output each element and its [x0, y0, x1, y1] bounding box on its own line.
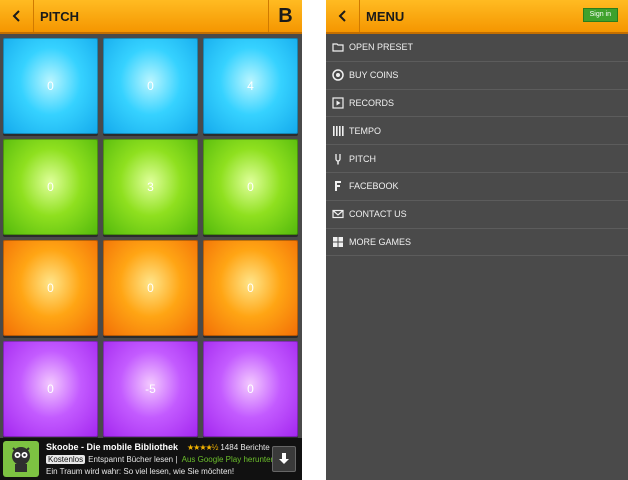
pad-value: 3: [147, 180, 154, 194]
pad-value: 0: [47, 382, 54, 396]
play-icon: [332, 97, 344, 109]
envelope-icon: [332, 208, 344, 220]
pad[interactable]: 0: [103, 38, 198, 134]
ad-title: Skoobe - Die mobile Bibliothek: [46, 442, 179, 452]
grid-icon: [332, 236, 344, 248]
top-bar: PITCH B: [0, 0, 302, 34]
tempo-bars-icon: [332, 125, 344, 137]
menu-item-pitch[interactable]: PITCH: [326, 145, 628, 173]
ad-slogan: Ein Traum wird wahr: So viel lesen, wie …: [46, 467, 235, 476]
menu-item-label: MORE GAMES: [349, 236, 412, 247]
facebook-icon: [332, 180, 344, 192]
folder-icon: [332, 41, 344, 53]
pad[interactable]: 0: [203, 341, 298, 437]
menu-item-label: FACEBOOK: [349, 181, 399, 192]
top-bar: MENU Sign in: [326, 0, 628, 34]
pad-value: 0: [247, 281, 254, 295]
menu-item-records[interactable]: RECORDS: [326, 90, 628, 118]
menu-item-buy-coins[interactable]: BUY COINS: [326, 62, 628, 90]
menu-item-more-games[interactable]: MORE GAMES: [326, 229, 628, 257]
pitch-screen: PITCH B 0 0 4 0 3 0 0 0 0 0 -5 0 Skoobe …: [0, 0, 302, 480]
tuning-fork-icon: [332, 153, 344, 165]
menu-item-label: RECORDS: [349, 97, 395, 108]
ad-banner[interactable]: Skoobe - Die mobile Bibliothek ★★★★½ 1484…: [0, 438, 302, 480]
pad[interactable]: -5: [103, 341, 198, 437]
ad-subline: Kostenlos Entspannt Bücher lesen | Aus Go…: [46, 455, 293, 464]
sign-in-button[interactable]: Sign in: [582, 8, 618, 22]
pad-value: 4: [247, 79, 254, 93]
pad-value: 0: [47, 79, 54, 93]
skoobe-logo-icon: [3, 441, 39, 477]
pad-value: 0: [147, 281, 154, 295]
chevron-left-icon: [338, 10, 346, 22]
b-button[interactable]: B: [268, 0, 302, 32]
menu-item-label: OPEN PRESET: [349, 42, 414, 53]
pad[interactable]: 0: [3, 341, 98, 437]
menu-item-contact-us[interactable]: CONTACT US: [326, 201, 628, 229]
pad[interactable]: 3: [103, 139, 198, 235]
pad-grid: 0 0 4 0 3 0 0 0 0 0 -5 0: [3, 38, 299, 438]
back-button[interactable]: [0, 0, 34, 32]
menu-item-facebook[interactable]: FACEBOOK: [326, 173, 628, 201]
ad-rating: ★★★★½ 1484 Berichte: [187, 443, 270, 452]
menu-item-open-preset[interactable]: OPEN PRESET: [326, 34, 628, 62]
download-button[interactable]: [272, 446, 296, 472]
pad-value: 0: [247, 382, 254, 396]
menu-item-label: BUY COINS: [349, 70, 399, 81]
menu-item-label: TEMPO: [349, 125, 382, 136]
back-button[interactable]: [326, 0, 360, 32]
page-title: MENU: [366, 9, 405, 24]
price-tag: Kostenlos: [46, 455, 86, 464]
page-title: PITCH: [40, 9, 79, 24]
menu-screen: MENU Sign in OPEN PRESET BUY COINS RECOR…: [326, 0, 628, 480]
menu-item-label: PITCH: [349, 153, 376, 164]
pad[interactable]: 0: [203, 139, 298, 235]
ad-tagline: Entspannt Bücher lesen: [88, 455, 174, 464]
menu-item-label: CONTACT US: [349, 209, 407, 220]
pad[interactable]: 0: [3, 139, 98, 235]
pad-value: 0: [247, 180, 254, 194]
pad[interactable]: 0: [3, 38, 98, 134]
pad[interactable]: 0: [203, 240, 298, 336]
pad-value: 0: [147, 79, 154, 93]
pad-value: 0: [47, 281, 54, 295]
menu-list: OPEN PRESET BUY COINS RECORDS TEMPO PITC…: [326, 34, 628, 257]
coin-icon: [332, 69, 344, 81]
chevron-left-icon: [12, 10, 20, 22]
menu-item-tempo[interactable]: TEMPO: [326, 117, 628, 146]
rating-stars: ★★★★½: [187, 443, 218, 452]
pad[interactable]: 0: [3, 240, 98, 336]
pad[interactable]: 4: [203, 38, 298, 134]
pad[interactable]: 0: [103, 240, 198, 336]
pad-value: 0: [47, 180, 54, 194]
download-icon: [279, 453, 289, 464]
pad-value: -5: [145, 382, 156, 396]
review-count: 1484 Berichte: [220, 443, 270, 452]
